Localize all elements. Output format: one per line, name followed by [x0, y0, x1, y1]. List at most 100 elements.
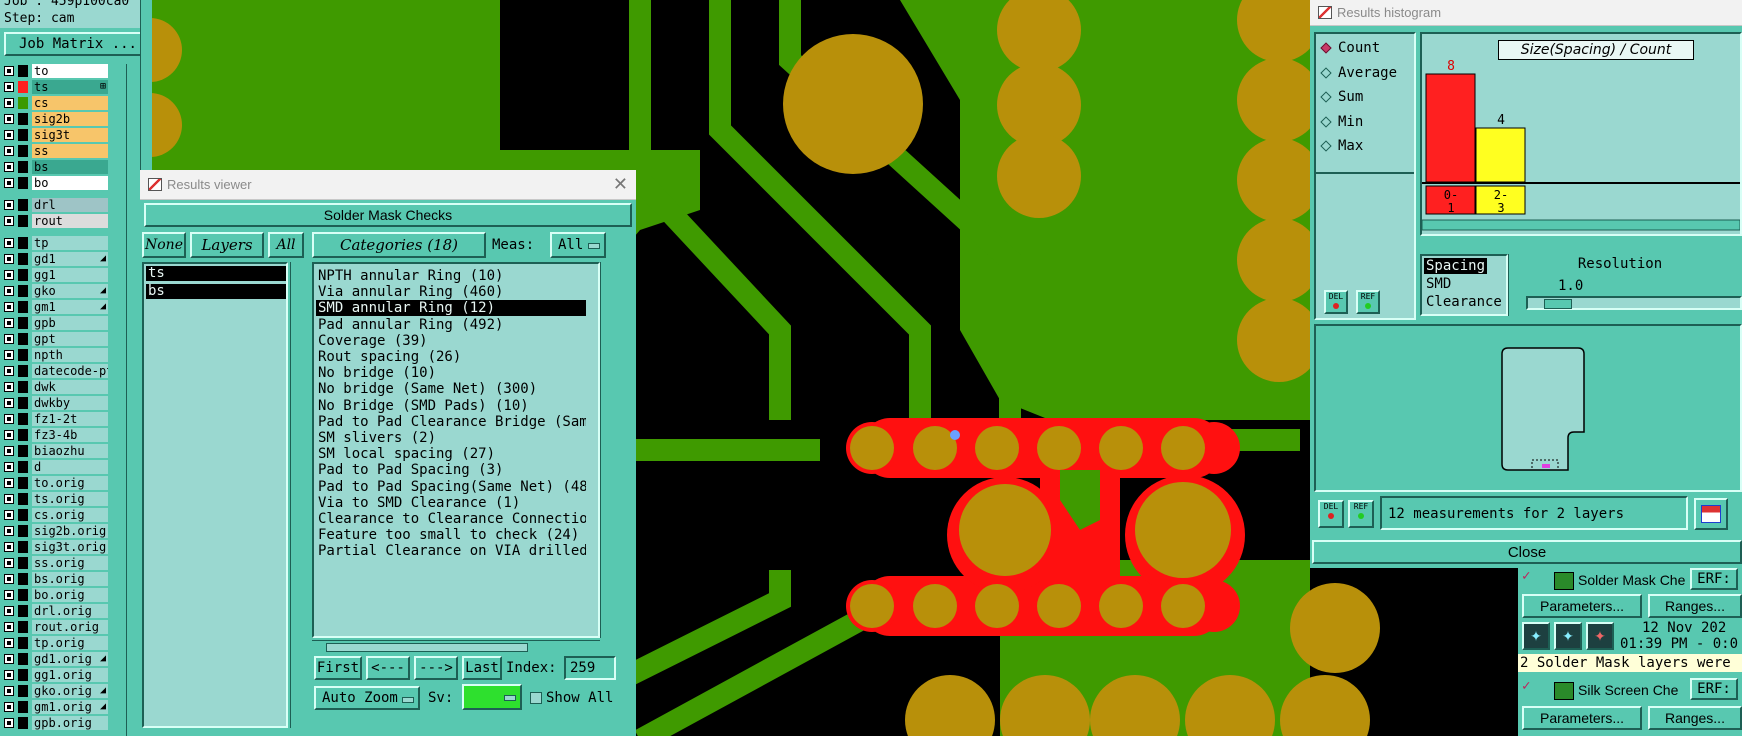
layer-name[interactable]: bs: [32, 160, 108, 174]
layer-color-swatch[interactable]: [18, 253, 28, 265]
layer-color-swatch[interactable]: [18, 381, 28, 393]
category-item[interactable]: No bridge (10): [316, 365, 586, 381]
layer-name[interactable]: ts.orig: [32, 492, 108, 506]
attribute-item[interactable]: Spacing: [1424, 258, 1488, 274]
layer-color-swatch[interactable]: [18, 653, 28, 665]
layer-name[interactable]: gg1.orig: [32, 668, 108, 682]
mode-radio-min[interactable]: Min: [1320, 114, 1363, 130]
layer-checkbox[interactable]: [4, 382, 14, 392]
layer-checkbox[interactable]: [4, 216, 14, 226]
category-item[interactable]: Pad to Pad Spacing (3): [316, 462, 586, 478]
layer-name[interactable]: ts ⊞: [32, 80, 108, 94]
layer-row-sig3t.orig[interactable]: sig3t.orig: [4, 540, 108, 554]
category-item[interactable]: SM slivers (2): [316, 430, 586, 446]
layer-color-swatch[interactable]: [18, 621, 28, 633]
layer-name[interactable]: gg1: [32, 268, 108, 282]
ranges-button[interactable]: Ranges...: [1648, 594, 1742, 618]
layer-checkbox[interactable]: [4, 238, 14, 248]
next-button[interactable]: --->: [414, 656, 458, 680]
layer-name[interactable]: drl: [32, 198, 108, 212]
attribute-scrollbar[interactable]: [1508, 254, 1520, 316]
histogram-hscrollbar[interactable]: [1422, 219, 1740, 231]
layer-name[interactable]: tp.orig: [32, 636, 108, 650]
layer-row-tp.orig[interactable]: tp.orig: [4, 636, 108, 650]
layer-checkbox[interactable]: [4, 66, 14, 76]
layer-checkbox[interactable]: [4, 654, 14, 664]
parameters-button[interactable]: Parameters...: [1522, 594, 1642, 618]
layer-color-swatch[interactable]: [18, 493, 28, 505]
layer-checkbox[interactable]: [4, 670, 14, 680]
index-input[interactable]: 259: [564, 656, 616, 680]
layer-name[interactable]: npth: [32, 348, 108, 362]
layer-name[interactable]: dwk: [32, 380, 108, 394]
category-item[interactable]: Pad to Pad Clearance Bridge (Same: [316, 414, 586, 430]
layer-color-swatch[interactable]: [18, 65, 28, 77]
layer-row-ss.orig[interactable]: ss.orig: [4, 556, 108, 570]
layer-name[interactable]: cs: [32, 96, 108, 110]
job-matrix-button[interactable]: Job Matrix ...: [4, 32, 152, 56]
results-viewer-titlebar[interactable]: Results viewer ✕: [140, 170, 636, 200]
layer-checkbox[interactable]: [4, 638, 14, 648]
layer-name[interactable]: tp: [32, 236, 108, 250]
layers-all-button[interactable]: All: [268, 232, 304, 258]
layer-color-swatch[interactable]: [18, 113, 28, 125]
category-item[interactable]: Feature too small to check (24): [316, 527, 586, 543]
histogram-bar[interactable]: [1425, 73, 1476, 183]
layer-row-bs.orig[interactable]: bs.orig: [4, 572, 108, 586]
histogram-bars[interactable]: 8 0-1 4 2-3: [1422, 34, 1740, 234]
category-item[interactable]: SMD annular Ring (12): [316, 300, 586, 317]
action-icon-3[interactable]: ✦: [1586, 622, 1614, 650]
checklist-row-1-erf[interactable]: ERF:: [1690, 568, 1738, 590]
layer-color-swatch[interactable]: [18, 685, 28, 697]
layer-name[interactable]: gpb.orig: [32, 716, 108, 730]
layer-name[interactable]: d: [32, 460, 108, 474]
layer-checkbox[interactable]: [4, 510, 14, 520]
category-item[interactable]: Clearance to Clearance Connectior: [316, 511, 586, 527]
layer-checkbox[interactable]: [4, 286, 14, 296]
layer-name[interactable]: sig2b.orig: [32, 524, 108, 538]
mode-radio-sum[interactable]: Sum: [1320, 89, 1363, 105]
category-item[interactable]: Pad annular Ring (492): [316, 317, 586, 333]
layer-color-swatch[interactable]: [18, 215, 28, 227]
category-item[interactable]: No Bridge (SMD Pads) (10): [316, 398, 586, 414]
layer-row-gko.orig[interactable]: gko.orig ◢: [4, 684, 108, 698]
layer-name[interactable]: gpt: [32, 332, 108, 346]
layer-name[interactable]: sig3t.orig: [32, 540, 108, 554]
layer-row-sig2b[interactable]: sig2b: [4, 112, 108, 126]
resolution-slider-thumb[interactable]: [1544, 299, 1572, 309]
histogram-close-button[interactable]: Close: [1312, 540, 1742, 564]
layer-checkbox[interactable]: [4, 200, 14, 210]
layer-color-swatch[interactable]: [18, 637, 28, 649]
layer-color-swatch[interactable]: [18, 477, 28, 489]
layer-row-datecode-pt[interactable]: datecode-pt: [4, 364, 108, 378]
layer-name[interactable]: sig3t: [32, 128, 108, 142]
layer-result-item[interactable]: ts: [146, 266, 286, 281]
layer-checkbox[interactable]: [4, 542, 14, 552]
layer-checkbox[interactable]: [4, 350, 14, 360]
layer-checkbox[interactable]: [4, 254, 14, 264]
layer-checkbox[interactable]: [4, 574, 14, 584]
mode-radio-average[interactable]: Average: [1320, 65, 1397, 81]
layer-color-swatch[interactable]: [18, 177, 28, 189]
category-item[interactable]: No bridge (Same Net) (300): [316, 381, 586, 397]
layer-row-sig2b.orig[interactable]: sig2b.orig: [4, 524, 108, 538]
layer-color-swatch[interactable]: [18, 589, 28, 601]
layer-result-item[interactable]: bs: [146, 284, 286, 299]
layer-color-swatch[interactable]: [18, 97, 28, 109]
layer-checkbox[interactable]: [4, 178, 14, 188]
layer-row-fz1-2t[interactable]: fz1-2t: [4, 412, 108, 426]
sv-color-dropdown[interactable]: [462, 684, 522, 710]
layer-name[interactable]: fz3-4b: [32, 428, 108, 442]
attribute-item[interactable]: Clearance: [1424, 294, 1504, 310]
layer-color-swatch[interactable]: [18, 557, 28, 569]
category-item[interactable]: Pad to Pad Spacing(Same Net) (48): [316, 479, 586, 495]
histogram-del-button[interactable]: DEL: [1324, 290, 1348, 314]
board-preview[interactable]: [1314, 324, 1742, 492]
layer-color-swatch[interactable]: [18, 349, 28, 361]
parameters-button-2[interactable]: Parameters...: [1522, 706, 1642, 730]
layer-name[interactable]: gm1.orig ◢: [32, 700, 108, 714]
histogram-titlebar[interactable]: Results histogram: [1310, 0, 1742, 26]
histogram-export-button[interactable]: [1694, 498, 1728, 530]
layer-checkbox[interactable]: [4, 686, 14, 696]
layer-row-tp[interactable]: tp: [4, 236, 108, 250]
